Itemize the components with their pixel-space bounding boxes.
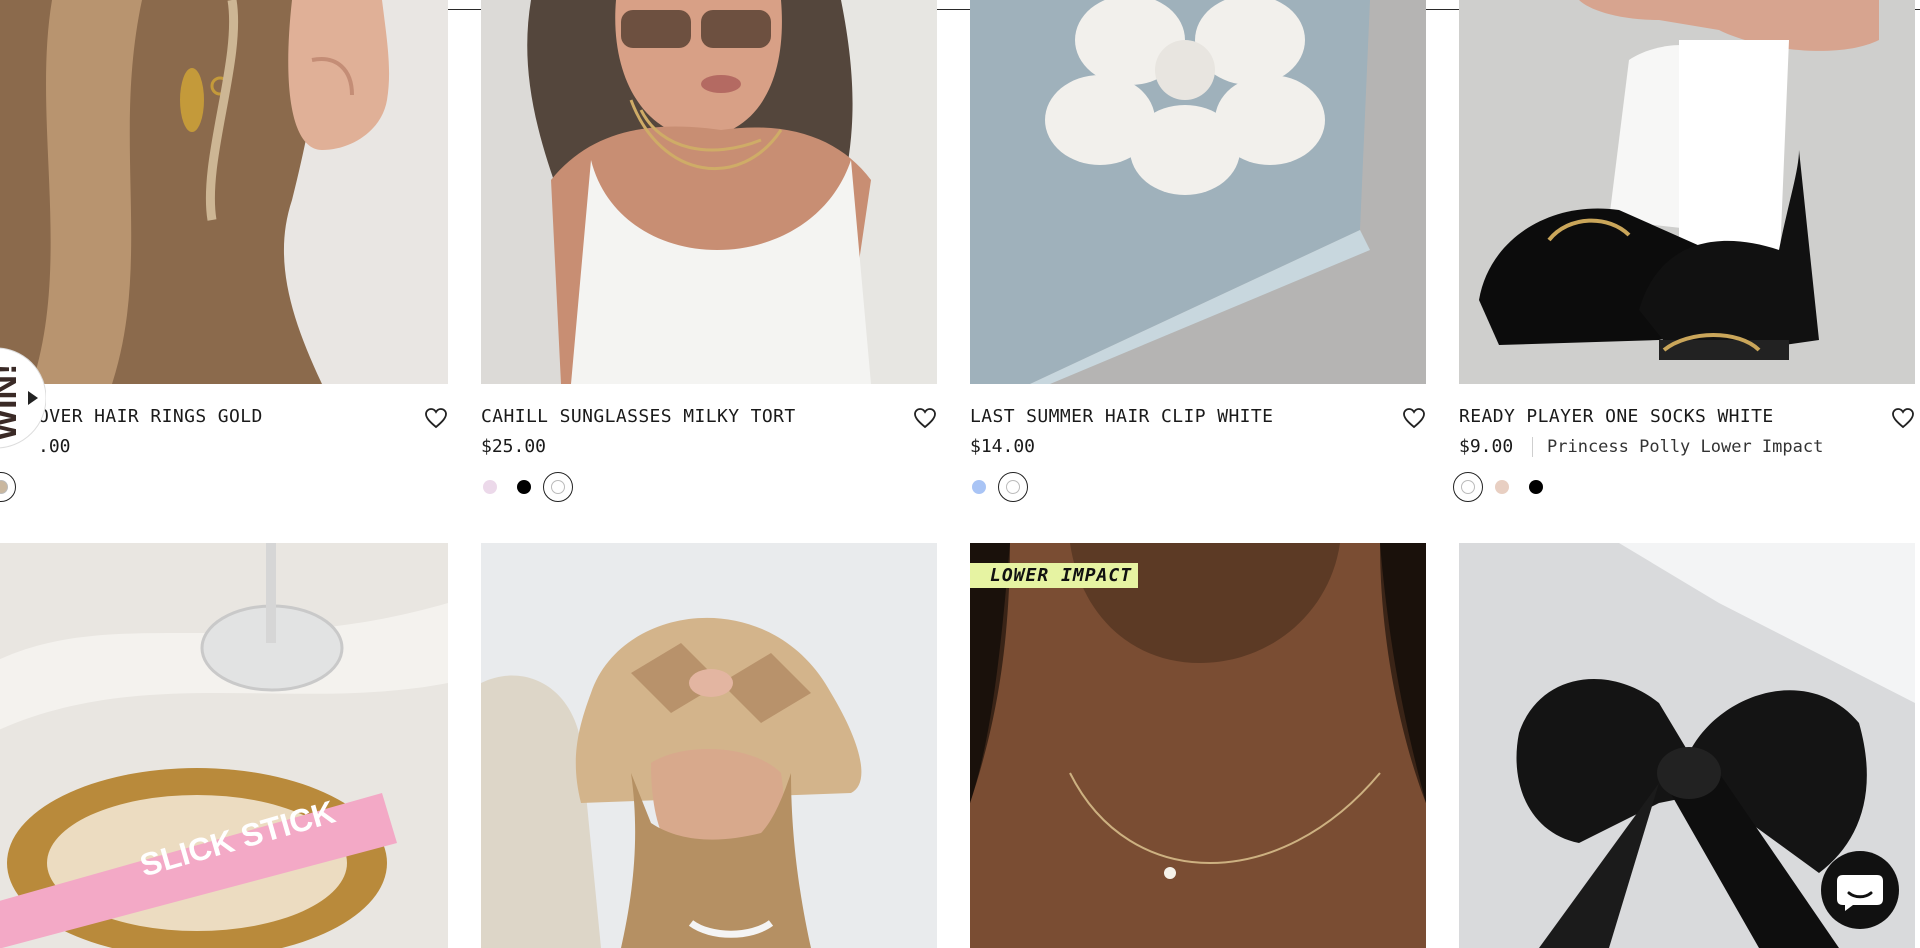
product-image[interactable]: LOWER IMPACT <box>970 543 1426 948</box>
product-title[interactable]: READY PLAYER ONE SOCKS WHITE <box>1459 406 1774 427</box>
color-swatch[interactable] <box>509 472 539 502</box>
color-swatch[interactable] <box>1453 472 1483 502</box>
win-label: WIN! <box>0 364 24 441</box>
color-swatch[interactable] <box>543 472 573 502</box>
product-title[interactable]: LAST SUMMER HAIR CLIP WHITE <box>970 406 1273 427</box>
heart-icon[interactable] <box>913 407 937 429</box>
product-image[interactable] <box>481 0 937 384</box>
product-image[interactable] <box>970 0 1426 384</box>
product-image[interactable] <box>1459 0 1915 384</box>
heart-icon[interactable] <box>1891 407 1915 429</box>
heart-icon[interactable] <box>1402 407 1426 429</box>
heart-icon[interactable] <box>424 407 448 429</box>
product-price: $9.00 <box>1459 436 1514 457</box>
chat-icon <box>1837 875 1883 911</box>
color-swatch[interactable] <box>0 472 16 502</box>
color-swatch[interactable] <box>998 472 1028 502</box>
color-swatch[interactable] <box>475 472 505 502</box>
lower-impact-tag[interactable]: Princess Polly Lower Impact <box>1532 437 1823 457</box>
chat-button[interactable] <box>1821 851 1899 929</box>
product-title[interactable]: OVER HAIR RINGS GOLD <box>38 406 263 427</box>
product-image[interactable] <box>0 0 448 384</box>
lower-impact-badge: LOWER IMPACT <box>970 563 1139 588</box>
product-image[interactable]: SLICK STICK <box>0 543 448 948</box>
color-swatch[interactable] <box>964 472 994 502</box>
color-swatch[interactable] <box>1521 472 1551 502</box>
product-title[interactable]: CAHILL SUNGLASSES MILKY TORT <box>481 406 796 427</box>
color-swatch[interactable] <box>1487 472 1517 502</box>
product-price: $14.00 <box>970 436 1036 457</box>
product-image[interactable] <box>481 543 937 948</box>
win-tab[interactable]: WIN! <box>0 333 47 463</box>
product-price: $25.00 <box>481 436 547 457</box>
